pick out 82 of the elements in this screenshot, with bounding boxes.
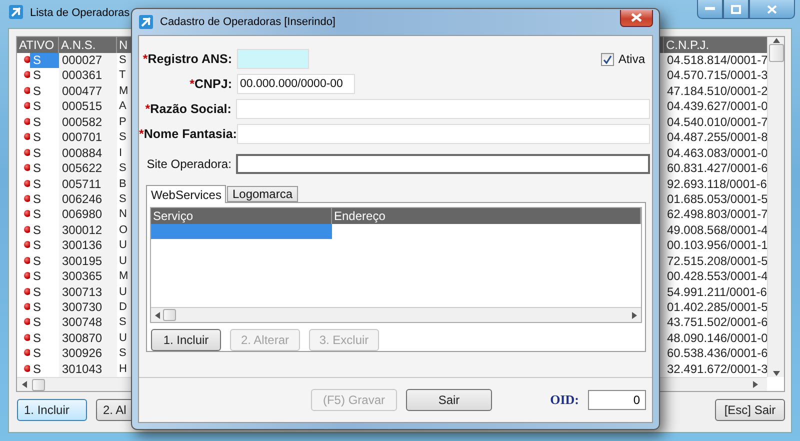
status-dot-icon: [24, 133, 30, 140]
table-cell: 000701: [59, 130, 117, 146]
scroll-thumb[interactable]: [768, 44, 784, 62]
oid-field[interactable]: 0: [588, 390, 646, 410]
status-dot-icon: [24, 364, 30, 372]
table-cell: 301043: [59, 362, 117, 377]
oid-label: OID:: [550, 392, 579, 408]
maximize-icon: [731, 4, 741, 14]
status-dot-icon: [24, 102, 30, 110]
active-checkbox[interactable]: Ativa: [601, 52, 645, 66]
table-cell: 006980: [59, 207, 117, 223]
status-dot-icon: [24, 226, 30, 233]
close-icon: [631, 13, 642, 22]
minimize-icon: [705, 7, 715, 11]
table-cell: 300926: [59, 346, 117, 362]
minimize-button[interactable]: [697, 0, 723, 19]
tab[interactable]: Logomarca: [227, 186, 298, 202]
table-cell: 000027: [59, 53, 117, 68]
status-dot-icon: [24, 272, 30, 280]
status-dot-icon: [24, 349, 30, 356]
status-dot-icon: [24, 164, 30, 172]
table-cell: 300195: [59, 254, 117, 270]
scroll-thumb[interactable]: [163, 309, 176, 321]
close-button[interactable]: [749, 0, 795, 19]
table-cell: 300748: [59, 315, 117, 331]
action-button[interactable]: 1. Incluir: [17, 399, 87, 421]
field-label: *CNPJ:: [188, 77, 232, 91]
table-cell: 006246: [59, 192, 117, 208]
status-dot-icon: [24, 71, 30, 78]
scroll-left-icon[interactable]: [21, 381, 28, 388]
status-dot-icon: [24, 318, 30, 326]
scroll-down-icon[interactable]: [772, 370, 780, 377]
dialog-title: Cadastro de Operadoras [Inserindo]: [160, 16, 336, 28]
footer-button[interactable]: Sair: [406, 389, 492, 411]
status-dot-icon: [24, 334, 30, 341]
vertical-scrollbar[interactable]: [767, 37, 784, 377]
status-dot-icon: [24, 303, 30, 310]
exit-button[interactable]: [Esc] Sair: [715, 399, 785, 421]
status-dot-icon: [24, 210, 30, 218]
status-dot-icon: [24, 56, 30, 63]
table-cell: 000361: [59, 68, 117, 84]
status-dot-icon: [24, 241, 30, 248]
status-dot-icon: [24, 148, 30, 156]
horizontal-scrollbar[interactable]: [151, 307, 641, 322]
table-cell: 300730: [59, 300, 117, 316]
grid-button[interactable]: 1. Incluir: [151, 329, 221, 351]
input-field[interactable]: [236, 154, 650, 174]
app-icon: [138, 14, 154, 30]
scroll-right-icon[interactable]: [631, 312, 638, 318]
scroll-right-icon[interactable]: [752, 381, 759, 388]
table-cell: 000515: [59, 99, 117, 115]
checkmark-icon: [603, 54, 612, 64]
status-dot-icon: [24, 256, 30, 264]
table-cell: 005711: [59, 176, 117, 192]
maximize-button[interactable]: [723, 0, 749, 19]
table-cell: 300713: [59, 284, 117, 300]
table-cell: 300365: [59, 269, 117, 285]
tab[interactable]: WebServices: [146, 185, 226, 203]
scroll-thumb[interactable]: [32, 378, 45, 390]
table-cell: 000582: [59, 114, 117, 130]
scroll-left-icon[interactable]: [154, 312, 161, 318]
status-dot-icon: [24, 180, 30, 186]
input-field[interactable]: 00.000.000/0000-00: [237, 74, 355, 94]
table-cell: 300870: [59, 330, 117, 346]
status-dot-icon: [24, 194, 30, 202]
window-title: Lista de Operadoras: [30, 6, 130, 21]
table-cell: 000884: [59, 146, 117, 162]
table-cell: S: [30, 53, 59, 68]
field-label: *Razão Social:: [144, 102, 232, 116]
field-label: Site Operadora:: [146, 157, 232, 171]
grid-cell[interactable]: [151, 224, 332, 239]
app-icon: [8, 4, 24, 20]
status-dot-icon: [24, 288, 30, 295]
close-button[interactable]: [620, 10, 653, 26]
field-label: *Registro ANS:: [142, 52, 232, 66]
table-cell: 000477: [59, 84, 117, 100]
table-cell: 300012: [59, 222, 117, 238]
table-cell: 005622: [59, 161, 117, 176]
status-dot-icon: [24, 118, 30, 125]
close-icon: [767, 4, 777, 14]
table-cell: 300136: [59, 238, 117, 254]
status-dot-icon: [24, 86, 30, 94]
